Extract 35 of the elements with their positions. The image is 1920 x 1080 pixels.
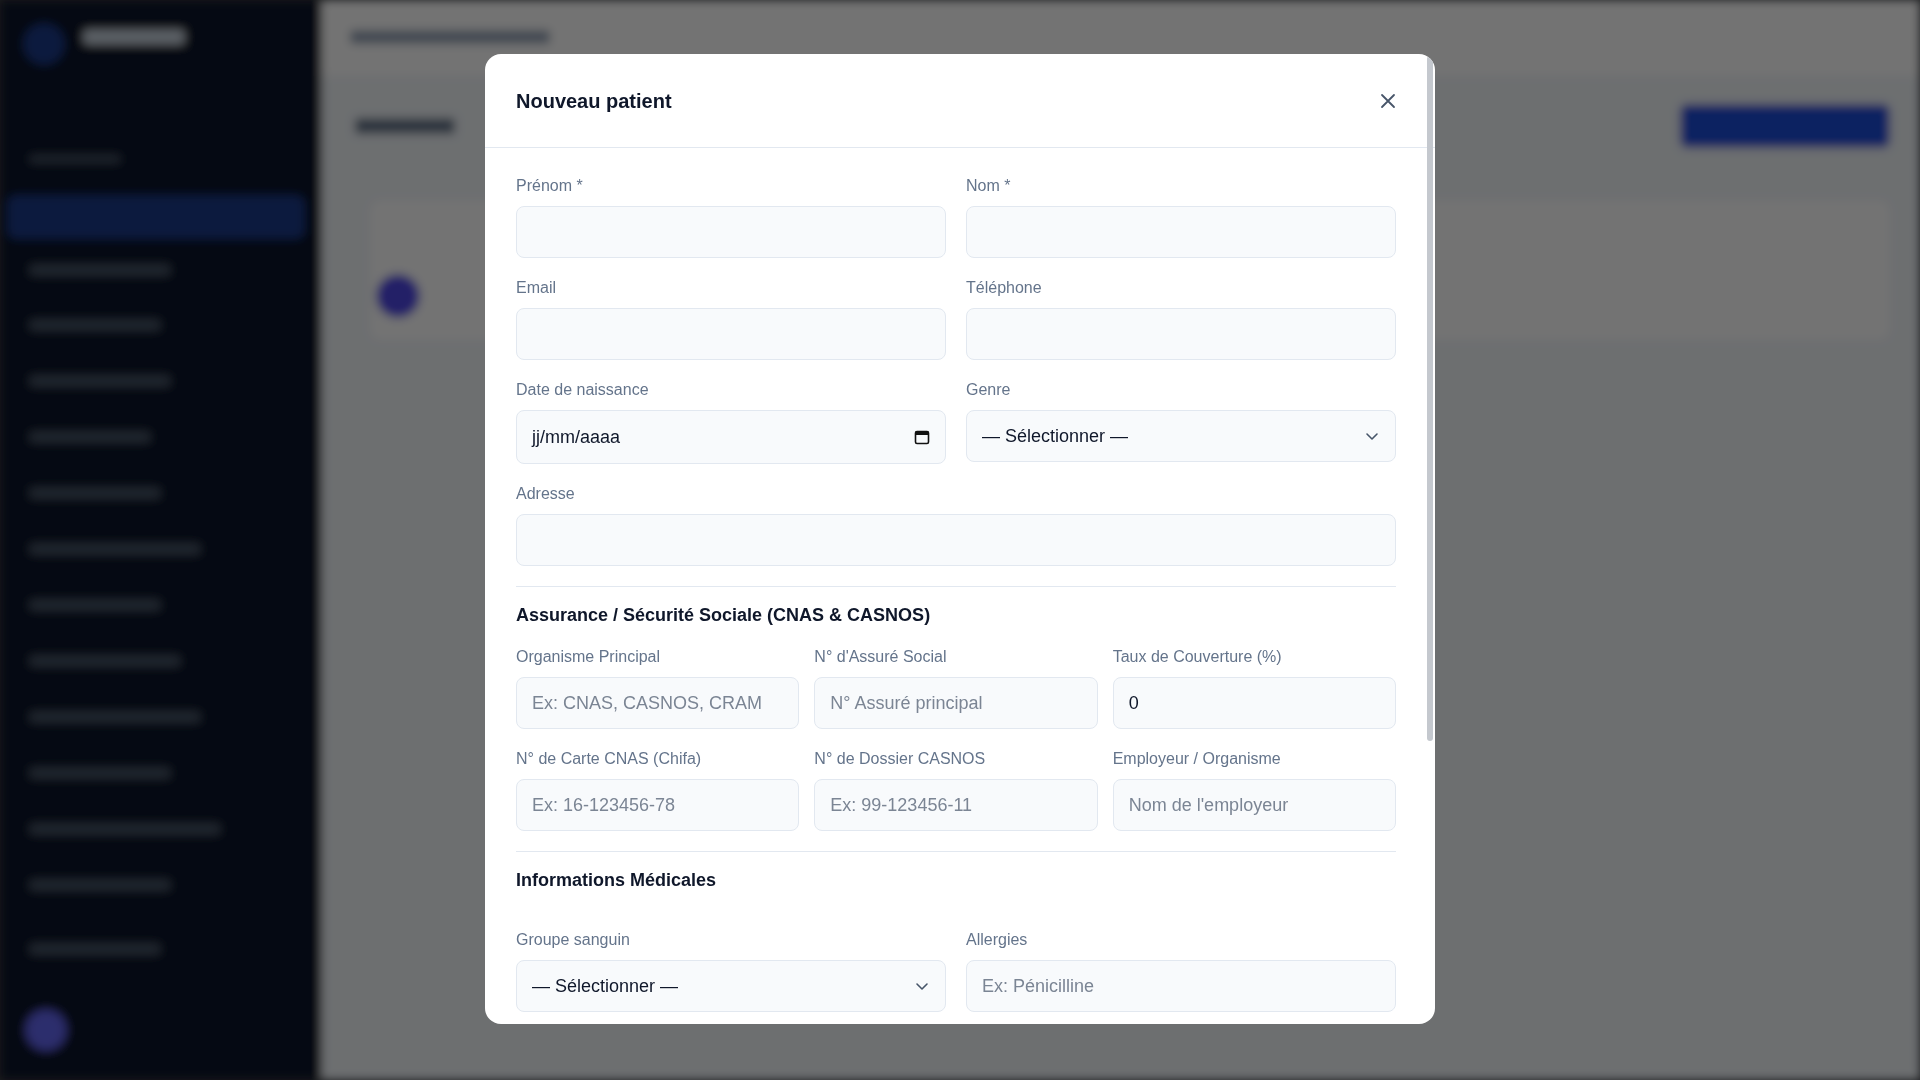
calendar-icon bbox=[914, 429, 930, 445]
input-field[interactable]: Ex: 99-123456-11 bbox=[814, 779, 1098, 831]
select-field[interactable]: — Sélectionner — bbox=[966, 410, 1396, 462]
date-field[interactable]: jj/mm/aaaa bbox=[516, 410, 946, 464]
field-label: Nom * bbox=[966, 176, 1012, 196]
field-label: N° de Carte CNAS (Chifa) bbox=[516, 749, 703, 769]
field-label: Prénom * bbox=[516, 176, 584, 196]
input-field[interactable] bbox=[516, 514, 1396, 566]
input-field[interactable] bbox=[516, 308, 946, 360]
field-label: Date de naissance bbox=[516, 380, 650, 400]
field-label: Allergies bbox=[966, 930, 1029, 950]
field-label: Genre bbox=[966, 380, 1012, 400]
select-field[interactable]: — Sélectionner — bbox=[516, 960, 946, 1012]
field-label: Taux de Couverture (%) bbox=[1112, 647, 1283, 667]
field-label: Email bbox=[516, 278, 557, 298]
field-label: Employeur / Organisme bbox=[1112, 749, 1282, 769]
input-field[interactable]: Ex: Pénicilline bbox=[966, 960, 1396, 1012]
dialog-title: Nouveau patient bbox=[516, 88, 672, 113]
input-field[interactable]: 0 bbox=[1112, 677, 1396, 729]
scrollbar[interactable] bbox=[1427, 56, 1433, 741]
field-label: Organisme Principal bbox=[516, 647, 662, 667]
input-field[interactable]: Ex: CNAS, CASNOS, CRAM bbox=[516, 677, 800, 729]
input-field[interactable] bbox=[516, 206, 946, 258]
field-label: N° de Dossier CASNOS bbox=[814, 749, 987, 769]
section-heading: Informations Médicales bbox=[516, 869, 718, 892]
input-field[interactable] bbox=[966, 206, 1396, 258]
input-field[interactable]: Ex: 16-123456-78 bbox=[516, 779, 800, 831]
field-label: N° d'Assuré Social bbox=[814, 647, 948, 667]
input-field[interactable] bbox=[966, 308, 1396, 360]
field-label: Groupe sanguin bbox=[516, 930, 631, 950]
input-field[interactable]: Nom de l'employeur bbox=[1112, 779, 1396, 831]
field-label: Adresse bbox=[516, 484, 576, 504]
field-label: Téléphone bbox=[966, 278, 1043, 298]
section-heading: Assurance / Sécurité Sociale (CNAS & CASNOS) bbox=[516, 604, 932, 627]
input-field[interactable]: N° Assuré principal bbox=[814, 677, 1098, 729]
